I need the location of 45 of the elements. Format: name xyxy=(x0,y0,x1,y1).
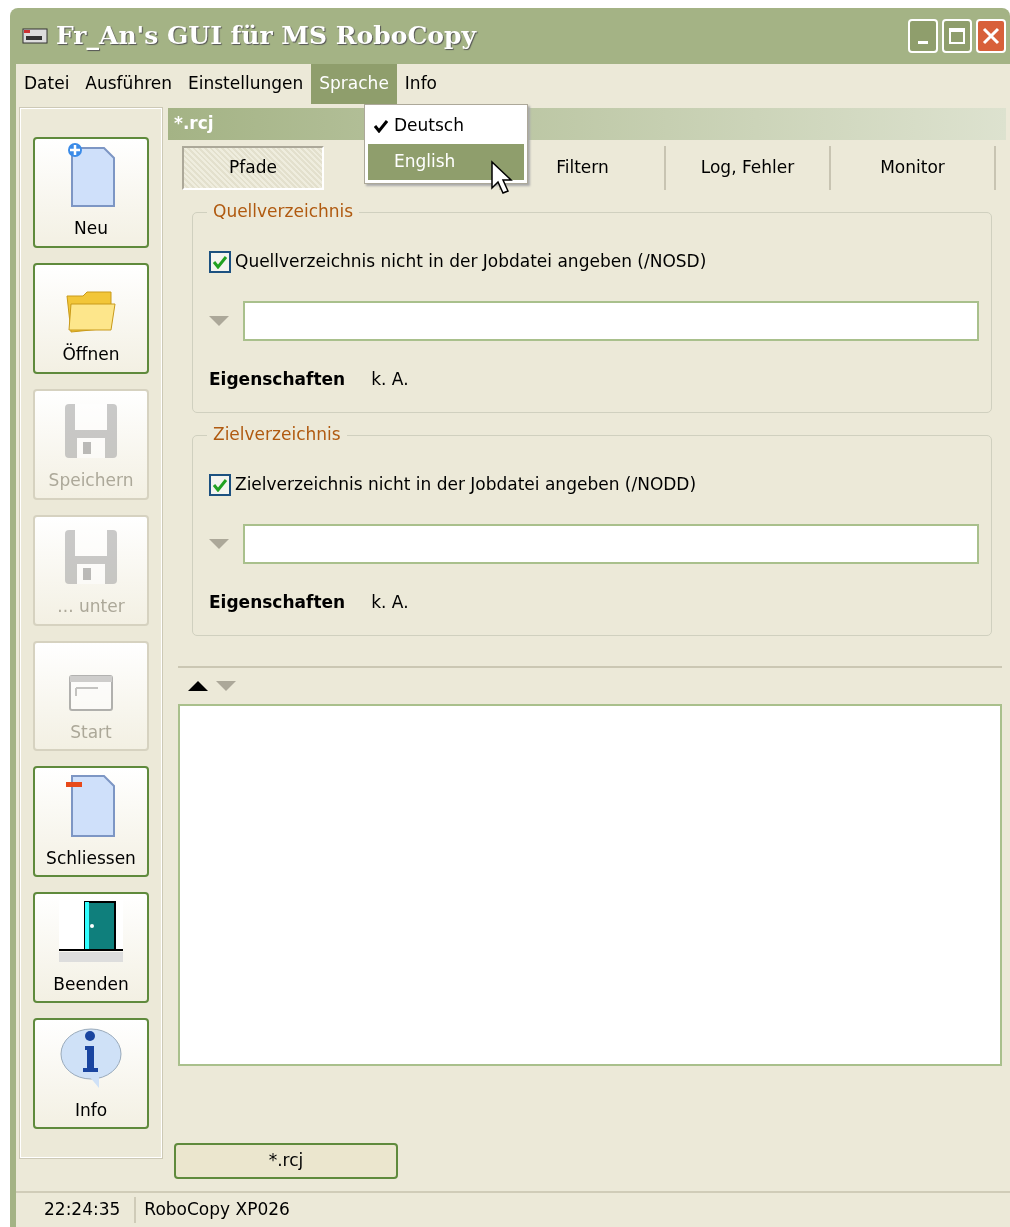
up-arrow-icon xyxy=(188,680,208,692)
property-label: Eigenschaften xyxy=(209,367,346,391)
maximize-button[interactable] xyxy=(942,19,972,53)
down-arrow-icon xyxy=(216,680,236,692)
folder-icon xyxy=(65,288,117,335)
toolbar-button[interactable]: Schliessen xyxy=(33,766,149,878)
document-plus-icon xyxy=(66,142,116,209)
maximize-icon xyxy=(948,27,966,45)
close-button[interactable] xyxy=(976,19,1006,53)
info-bubble-icon xyxy=(59,1025,123,1090)
document-minus-icon xyxy=(64,773,118,838)
checkbox[interactable] xyxy=(209,473,231,496)
checkbox[interactable] xyxy=(209,250,231,273)
property-value: k. A. xyxy=(371,590,409,614)
property-value: k. A. xyxy=(371,367,409,391)
tab[interactable]: Pfade xyxy=(182,146,324,190)
tab[interactable]: Monitor xyxy=(831,146,996,190)
text-field[interactable] xyxy=(243,300,979,341)
property-label: Eigenschaften xyxy=(209,590,346,614)
status-text: RoboCopy XP026 xyxy=(143,1198,290,1222)
checkbox-label: Quellverzeichnis nicht in der Jobdatei angeben (/NOSD) xyxy=(235,250,707,273)
tab[interactable]: Log, Fehler xyxy=(666,146,831,190)
minimize-icon xyxy=(918,40,928,44)
door-icon xyxy=(59,899,123,964)
dropdown-arrow-icon xyxy=(209,537,229,550)
tab[interactable]: Filtern xyxy=(501,146,666,190)
app-icon xyxy=(22,26,48,46)
document-tab[interactable]: *.rcj xyxy=(174,1143,398,1179)
dropdown-arrow-icon xyxy=(209,314,229,327)
toolbar-button[interactable]: Neu xyxy=(33,137,149,248)
menu-item[interactable]: Info xyxy=(396,64,446,104)
window-icon xyxy=(68,673,114,712)
window-title: Fr_An's GUI für MS RoboCopy xyxy=(56,20,478,53)
close-icon xyxy=(982,27,1000,45)
menu-item[interactable]: Ausführen xyxy=(77,64,180,104)
toolbar-button[interactable]: Öffnen xyxy=(33,262,149,374)
menu-item[interactable]: Einstellungen xyxy=(180,64,312,104)
menu-item[interactable]: Datei xyxy=(16,64,78,104)
checkbox-label: Zielverzeichnis nicht in der Jobdatei angeben (/NODD) xyxy=(235,473,697,496)
check-icon xyxy=(374,119,388,133)
toolbar-button[interactable]: Beenden xyxy=(33,892,149,1004)
minimize-button[interactable] xyxy=(908,19,938,53)
text-field[interactable] xyxy=(243,523,979,564)
status-text: 22:24:35 xyxy=(16,1197,137,1223)
toolbar-button[interactable]: Info xyxy=(33,1018,149,1129)
